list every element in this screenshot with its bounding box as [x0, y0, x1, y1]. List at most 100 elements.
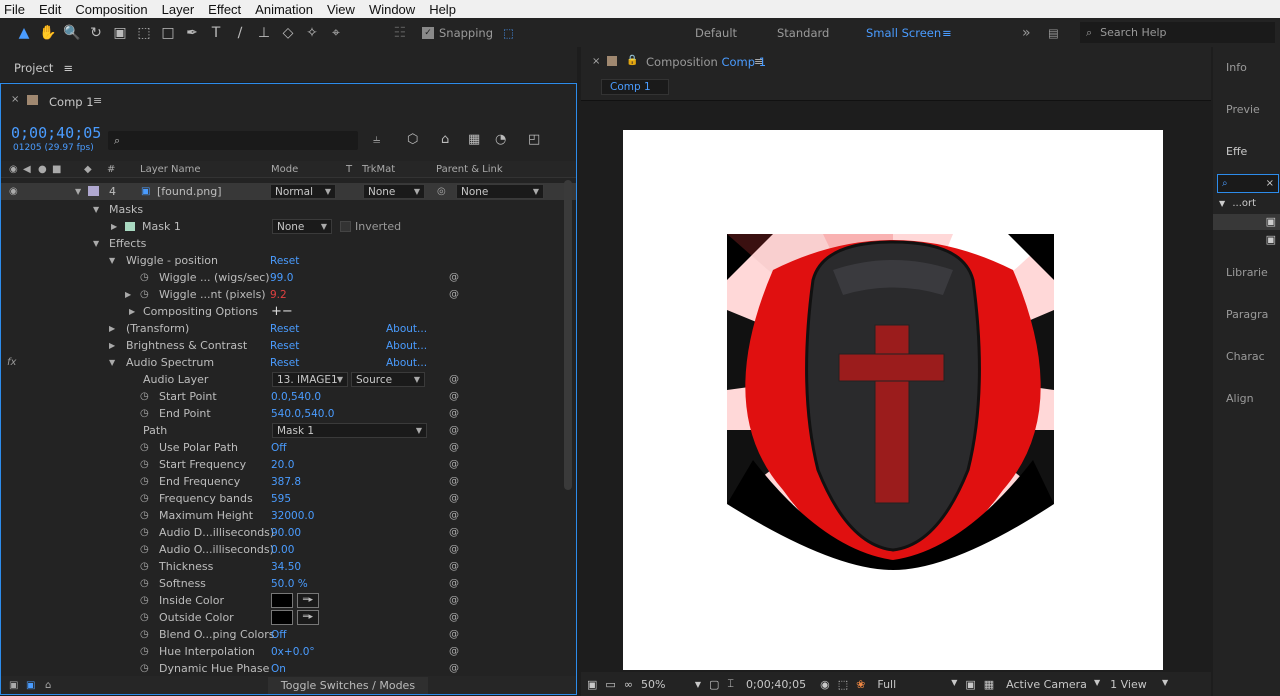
stopwatch-icon[interactable]: ◷ — [140, 527, 149, 538]
effect-property-row[interactable]: Path Mask 1 ▼ @ — [1, 422, 576, 439]
color-swatch[interactable] — [271, 610, 293, 625]
effects-result-item-1[interactable]: ▣ — [1213, 214, 1280, 230]
stopwatch-icon[interactable]: ◷ — [140, 408, 149, 419]
audio-spectrum-effect-row[interactable]: fx ▼ Audio Spectrum Reset About... — [1, 354, 576, 371]
show-snapshot-icon[interactable]: ⬚ — [838, 678, 848, 691]
property-value[interactable]: 540.0,540.0 — [271, 408, 334, 420]
layer-name-column-header[interactable]: Layer Name — [140, 164, 201, 175]
workspace-settings-icon[interactable]: ▤ — [1048, 18, 1059, 47]
menu-window[interactable]: Window — [369, 2, 415, 17]
composition-menu-icon[interactable]: ≡ — [754, 55, 763, 68]
effect-property-row[interactable]: ◷ Thickness 34.50 @ — [1, 558, 576, 575]
pickwhip-icon[interactable]: ◎ — [437, 186, 446, 197]
resolution-dropdown[interactable]: Full ▼ — [877, 678, 957, 691]
compositing-options-row[interactable]: ▶ Compositing Options +− — [1, 303, 576, 320]
effects-result-group[interactable]: ▼ ...ort — [1219, 198, 1256, 209]
transform-twirl-icon[interactable]: ▶ — [109, 324, 115, 333]
effects-search-input[interactable]: ⌕ × — [1217, 174, 1279, 193]
effect-property-row[interactable]: ◷ Start Frequency 20.0 @ — [1, 456, 576, 473]
property-dropdown-2[interactable]: Source ▼ — [351, 372, 425, 387]
stopwatch-icon[interactable]: ◷ — [140, 289, 149, 300]
stopwatch-icon[interactable]: ◷ — [140, 476, 149, 487]
property-value[interactable]: Off — [271, 442, 287, 454]
effect-property-row[interactable]: ◷ Hue Interpolation 0x+0.0° @ — [1, 643, 576, 660]
expression-icon[interactable]: @ — [449, 425, 459, 436]
menu-view[interactable]: View — [327, 2, 355, 17]
mask-twirl-icon[interactable]: ▶ — [111, 222, 117, 231]
camera-tool-icon[interactable]: ▣ — [108, 22, 132, 44]
audio-spectrum-about-link[interactable]: About... — [386, 357, 427, 369]
workspace-small-screen[interactable]: Small Screen — [866, 18, 941, 47]
menu-composition[interactable]: Composition — [75, 2, 147, 17]
stopwatch-icon[interactable]: ◷ — [140, 391, 149, 402]
libraries-panel-tab[interactable]: Librarie — [1226, 266, 1268, 279]
menu-animation[interactable]: Animation — [255, 2, 313, 17]
effect-property-row[interactable]: ◷ Maximum Height 32000.0 @ — [1, 507, 576, 524]
masks-group-row[interactable]: ▼ Masks — [1, 201, 576, 218]
toggle-switches-modes-button[interactable]: Toggle Switches / Modes — [268, 676, 428, 694]
eyedropper-icon[interactable]: ═▸ — [297, 593, 319, 608]
transform-effect-row[interactable]: ▶ (Transform) Reset About... — [1, 320, 576, 337]
clone-stamp-tool-icon[interactable]: ⊥ — [252, 22, 276, 44]
brightness-reset-link[interactable]: Reset — [270, 340, 299, 352]
project-tab[interactable]: Project ≡ — [0, 55, 577, 81]
parent-dropdown[interactable]: None ▼ — [456, 184, 544, 199]
stopwatch-icon[interactable]: ◷ — [140, 629, 149, 640]
rectangle-tool-icon[interactable]: □ — [156, 22, 180, 44]
clear-search-icon[interactable]: × — [1266, 175, 1274, 192]
expression-icon[interactable]: @ — [449, 272, 459, 283]
visibility-eye-icon[interactable]: ◉ — [9, 186, 18, 197]
comp-breadcrumb-tab[interactable]: Comp 1 — [601, 79, 669, 95]
expression-icon[interactable]: @ — [449, 408, 459, 419]
vr-icon[interactable]: ∞ — [624, 678, 633, 691]
fit-icon[interactable]: ▢ — [709, 678, 719, 691]
workspace-standard[interactable]: Standard — [777, 18, 829, 47]
stopwatch-icon[interactable]: ◷ — [140, 272, 149, 283]
menu-file[interactable]: File — [4, 2, 25, 17]
wiggle-rate-value[interactable]: 99.0 — [270, 272, 293, 284]
layer-name[interactable]: [found.png] — [157, 185, 222, 198]
snapping-toggle[interactable]: ✓ Snapping ⬚ — [422, 26, 514, 40]
effect-property-row[interactable]: ◷ Audio O...illiseconds) 0.00 @ — [1, 541, 576, 558]
brightness-twirl-icon[interactable]: ▶ — [109, 341, 115, 350]
pan-behind-tool-icon[interactable]: ⬚ — [132, 22, 156, 44]
expression-icon[interactable]: @ — [449, 476, 459, 487]
stopwatch-icon[interactable]: ◷ — [140, 595, 149, 606]
mask1-row[interactable]: ▶ Mask 1 None ▼ Inverted — [1, 218, 576, 235]
inverted-checkbox[interactable] — [340, 221, 351, 232]
effect-property-row[interactable]: ◷ Outside Color ═▸ @ — [1, 609, 576, 626]
effect-property-row[interactable]: ◷ Blend O...ping Colors Off @ — [1, 626, 576, 643]
stopwatch-icon[interactable]: ◷ — [140, 493, 149, 504]
mask-color-swatch[interactable] — [125, 222, 135, 231]
expression-icon[interactable]: @ — [449, 510, 459, 521]
trkmat-dropdown[interactable]: None ▼ — [363, 184, 425, 199]
expression-icon[interactable]: @ — [449, 459, 459, 470]
expression-icon[interactable]: @ — [449, 391, 459, 402]
effects-twirl-icon[interactable]: ▼ — [93, 239, 99, 248]
stopwatch-icon[interactable]: ◷ — [140, 442, 149, 453]
menu-layer[interactable]: Layer — [162, 2, 195, 17]
region-of-interest-icon[interactable]: ⌶ — [727, 677, 734, 691]
zoom-tool-icon[interactable]: 🔍 — [60, 22, 84, 44]
stopwatch-icon[interactable]: ◷ — [140, 646, 149, 657]
selection-tool-icon[interactable]: ▲ — [12, 22, 36, 44]
effect-property-row[interactable]: ◷ Frequency bands 595 @ — [1, 490, 576, 507]
stopwatch-icon[interactable]: ◷ — [140, 561, 149, 572]
layer-mode-dropdown[interactable]: Normal ▼ — [270, 184, 336, 199]
property-value[interactable]: On — [271, 663, 286, 675]
add-remove-mask-icon[interactable]: +− — [271, 304, 293, 319]
effect-property-row[interactable]: ◷ Softness 50.0 % @ — [1, 575, 576, 592]
wiggle-amount-value[interactable]: 9.2 — [270, 289, 287, 301]
effect-property-row[interactable]: ◷ Inside Color ═▸ @ — [1, 592, 576, 609]
expression-icon[interactable]: @ — [449, 374, 459, 385]
wiggle-twirl-icon[interactable]: ▼ — [109, 256, 115, 265]
stopwatch-icon[interactable]: ◷ — [140, 663, 149, 674]
expression-icon[interactable]: @ — [449, 629, 459, 640]
frame-blending-icon[interactable]: ▦ — [468, 132, 480, 147]
workspace-menu-icon[interactable]: ≡ — [942, 18, 952, 47]
color-swatch[interactable] — [271, 593, 293, 608]
transparency-grid-icon[interactable]: ▦ — [984, 678, 994, 691]
expression-icon[interactable]: @ — [449, 493, 459, 504]
stopwatch-icon[interactable]: ◷ — [140, 544, 149, 555]
stopwatch-icon[interactable]: ◷ — [140, 612, 149, 623]
